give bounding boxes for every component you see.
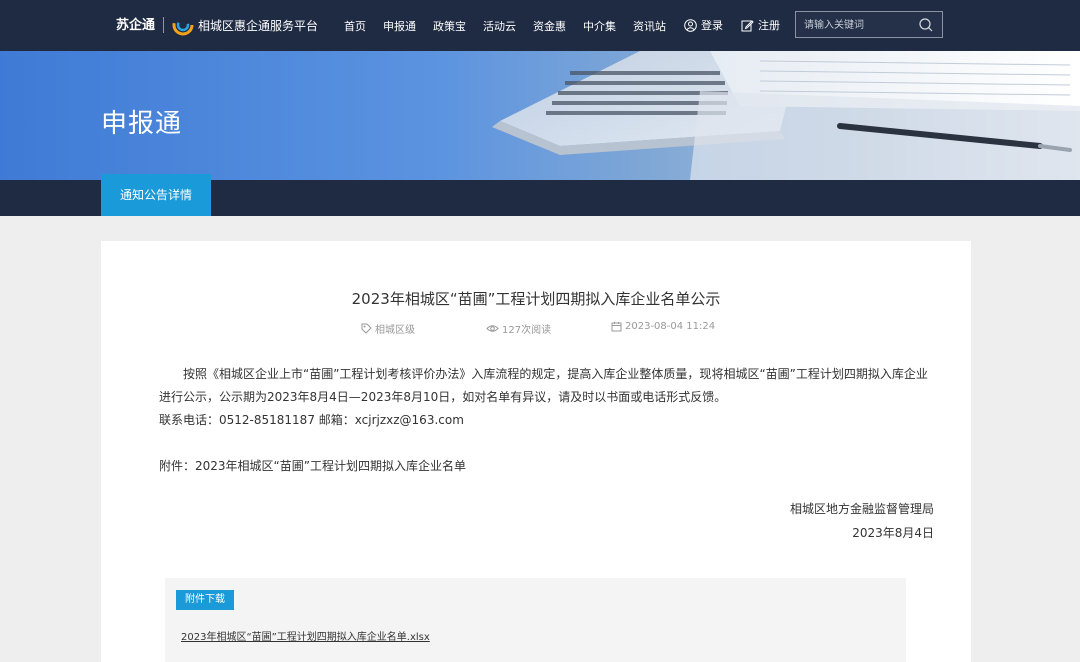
article-card: 2023年相城区“苗圃”工程计划四期拟入库企业名单公示 相城区级 127次阅读 … xyxy=(101,241,971,662)
page-banner: 申报通 xyxy=(0,51,1080,180)
logo-mark: 苏企通 xyxy=(116,17,156,33)
article-views: 127次阅读 xyxy=(486,321,551,336)
article-region: 相城区级 xyxy=(361,321,415,336)
contact-text: 联系电话：0512-85181187 邮箱：xcjrjzxz@163.com xyxy=(159,413,464,427)
logo-swirl-icon xyxy=(172,14,194,36)
article-paragraph: 按照《相城区企业上市“苗圃”工程计划考核评价办法》入库流程的规定，提高入库企业整… xyxy=(159,363,935,409)
nav-item-zijinhui[interactable]: 资金惠 xyxy=(533,18,566,34)
register-button[interactable]: 注册 xyxy=(741,17,780,33)
nav-item-home[interactable]: 首页 xyxy=(344,18,366,34)
search-icon[interactable] xyxy=(918,17,934,33)
paragraph-text: 按照《相城区企业上市“苗圃”工程计划考核评价办法》入库流程的规定，提高入库企业整… xyxy=(159,367,928,404)
top-navbar: 苏企通 相城区惠企通服务平台 首页 申报通 政策宝 活动云 资金惠 中介集 资讯… xyxy=(0,0,1080,51)
nav-item-zixunzhan[interactable]: 资讯站 xyxy=(633,18,666,34)
search-input[interactable] xyxy=(804,17,914,33)
article-date: 2023-08-04 11:24 xyxy=(611,321,715,332)
banner-laptop-image xyxy=(492,51,1080,180)
region-label: 相城区级 xyxy=(375,325,415,336)
nav-item-zhongjieji[interactable]: 中介集 xyxy=(583,18,616,34)
attachment-panel: 附件下载 2023年相城区“苗圃”工程计划四期拟入库企业名单.xlsx xyxy=(165,578,906,662)
sub-navbar: 通知公告详情 xyxy=(0,174,1080,216)
nav-item-huodongyun[interactable]: 活动云 xyxy=(483,18,516,34)
signature-date: 2023年8月4日 xyxy=(852,526,934,540)
views-label: 127次阅读 xyxy=(502,325,552,336)
site-logo[interactable]: 苏企通 相城区惠企通服务平台 xyxy=(116,13,318,37)
banner-title: 申报通 xyxy=(101,109,183,139)
article-contact: 联系电话：0512-85181187 邮箱：xcjrjzxz@163.com xyxy=(159,409,935,432)
login-button[interactable]: 登录 xyxy=(684,17,723,33)
login-label: 登录 xyxy=(701,19,723,32)
logo-divider xyxy=(163,17,165,33)
user-icon xyxy=(684,18,697,32)
eye-icon xyxy=(486,325,499,332)
signature-org: 相城区地方金融监督管理局 xyxy=(789,502,934,516)
tab-notice-detail[interactable]: 通知公告详情 xyxy=(101,174,211,216)
attachment-file-link[interactable]: 2023年相城区“苗圃”工程计划四期拟入库企业名单.xlsx xyxy=(181,628,430,643)
nav-item-zhengcebao[interactable]: 政策宝 xyxy=(433,18,466,34)
tag-icon xyxy=(361,323,372,334)
article-title: 2023年相城区“苗圃”工程计划四期拟入库企业名单公示 xyxy=(351,290,721,308)
attachment-download-label: 附件下载 xyxy=(176,590,234,610)
nav-item-shenbaotong[interactable]: 申报通 xyxy=(383,18,416,34)
edit-icon xyxy=(741,19,754,31)
search-box xyxy=(795,11,943,38)
date-label: 2023-08-04 11:24 xyxy=(625,321,716,332)
article-attachment-note: 附件：2023年相城区“苗圃”工程计划四期拟入库企业名单 xyxy=(159,455,935,478)
platform-name: 相城区惠企通服务平台 xyxy=(198,18,319,33)
calendar-icon xyxy=(611,322,622,332)
main-nav: 首页 申报通 政策宝 活动云 资金惠 中介集 资讯站 xyxy=(344,18,683,34)
attachment-note-text: 附件：2023年相城区“苗圃”工程计划四期拟入库企业名单 xyxy=(159,459,466,473)
register-label: 注册 xyxy=(758,19,780,32)
